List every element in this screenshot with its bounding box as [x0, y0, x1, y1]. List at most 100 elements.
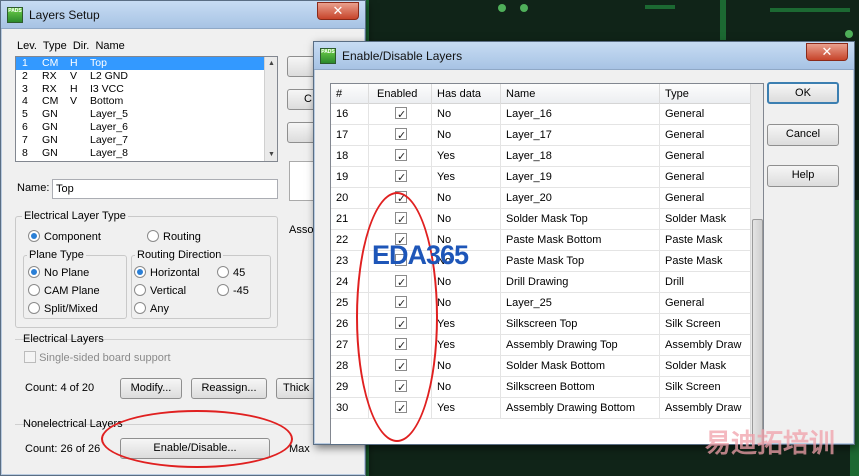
scroll-down-icon[interactable]: ▼ [265, 148, 277, 161]
no-plane-label: No Plane [44, 267, 90, 279]
electrical-layers-label: Electrical Layers [23, 333, 104, 345]
cell-name: Paste Mask Bottom [501, 230, 660, 251]
scroll-up-icon[interactable]: ▲ [265, 57, 277, 70]
layer-name: Bottom [90, 95, 124, 108]
cancel-button[interactable]: Cancel [767, 124, 839, 146]
layer-row[interactable]: 8 GN Layer_8 [16, 147, 277, 160]
electrical-count: Count: 4 of 20 [25, 382, 95, 394]
close-button[interactable]: ✕ [806, 43, 848, 61]
layer-row[interactable]: 5 GN Layer_5 [16, 108, 277, 121]
cell-name: Layer_19 [501, 167, 660, 188]
nonelectrical-count: Count: 26 of 26 [25, 443, 101, 455]
component-radio[interactable]: Component [28, 230, 101, 243]
cell-type: Silk Screen [660, 377, 752, 398]
radio-icon [28, 302, 40, 314]
cell-name: Solder Mask Top [501, 209, 660, 230]
table-row[interactable]: 19 YesLayer_19General [331, 167, 752, 188]
layer-name: Layer_5 [90, 108, 128, 121]
table-row[interactable]: 18 YesLayer_18General [331, 146, 752, 167]
horizontal-radio[interactable]: Horizontal [134, 266, 200, 279]
cell-name: Silkscreen Bottom [501, 377, 660, 398]
cell-name: Layer_17 [501, 125, 660, 146]
cell-hasdata: No [432, 377, 501, 398]
modify-button[interactable]: Modify... [120, 378, 182, 399]
cell-name: Drill Drawing [501, 272, 660, 293]
layer-row[interactable]: 4 CM V Bottom [16, 95, 277, 108]
radio-icon [28, 284, 40, 296]
layer-row[interactable]: 6 GN Layer_6 [16, 121, 277, 134]
window-title: Enable/Disable Layers [342, 48, 463, 63]
single-sided-label: Single-sided board support [39, 352, 171, 364]
max-label: Max [289, 443, 310, 455]
cell-enabled [369, 146, 432, 167]
col-type-header[interactable]: Type [660, 84, 752, 104]
radio-icon [217, 266, 229, 278]
annotation-circle [101, 410, 293, 468]
enabled-checkbox[interactable] [395, 105, 407, 125]
ok-button[interactable]: OK [767, 82, 839, 104]
no-plane-radio[interactable]: No Plane [28, 266, 89, 279]
layers-list-scrollbar[interactable]: ▲ ▼ [264, 57, 277, 161]
enabled-checkbox[interactable] [395, 168, 407, 188]
layers-list[interactable]: 1 CM H Top 2 RX V L2 GND 3 RX H I3 VCC 4 CM V Bottom 5 GN… [15, 56, 278, 162]
col-num-header[interactable]: # [331, 84, 369, 104]
routing-radio[interactable]: Routing [147, 230, 201, 243]
cell-hasdata: No [432, 209, 501, 230]
cell-name: Solder Mask Bottom [501, 356, 660, 377]
any-radio[interactable]: Any [134, 302, 169, 315]
cell-enabled [369, 167, 432, 188]
cam-plane-label: CAM Plane [44, 285, 100, 297]
cell-type: General [660, 293, 752, 314]
col-name-header[interactable]: Name [501, 84, 660, 104]
degm45-label: -45 [233, 285, 249, 297]
table-row[interactable]: 16 NoLayer_16General [331, 104, 752, 125]
cell-hasdata: No [432, 125, 501, 146]
cell-enabled [369, 104, 432, 125]
layer-name: Layer_8 [90, 146, 128, 159]
name-input[interactable]: Top [52, 179, 278, 199]
cell-type: General [660, 167, 752, 188]
help-button[interactable]: Help [767, 165, 839, 187]
pcb-trace [720, 0, 726, 40]
enabled-checkbox[interactable] [395, 126, 407, 146]
layers-setup-titlebar[interactable]: PADS Layers Setup ✕ [1, 1, 365, 29]
vertical-label: Vertical [150, 285, 187, 297]
layer-lev: 7 [22, 133, 28, 146]
associations-label: Asso [289, 224, 314, 236]
single-sided-checkbox[interactable]: Single-sided board support [24, 351, 171, 364]
cell-name: Assembly Drawing Top [501, 335, 660, 356]
layer-type: GN [42, 146, 58, 159]
col-enabled-header[interactable]: Enabled [369, 84, 432, 104]
plane-type-label: Plane Type [27, 249, 86, 261]
enabled-checkbox[interactable] [395, 147, 407, 167]
layer-type: GN [42, 133, 58, 146]
degm45-radio[interactable]: -45 [217, 284, 249, 297]
deg45-radio[interactable]: 45 [217, 266, 245, 279]
col-hasdata-header[interactable]: Has data [432, 84, 501, 104]
cam-plane-radio[interactable]: CAM Plane [28, 284, 100, 297]
layer-row[interactable]: 7 GN Layer_7 [16, 134, 277, 147]
layer-row[interactable]: 1 CM H Top [16, 57, 277, 70]
layer-dir: H [70, 82, 78, 95]
grid-vertical-scrollbar[interactable]: ▼ [750, 84, 763, 444]
layer-lev: 5 [22, 108, 28, 121]
table-row[interactable]: 17 NoLayer_17General [331, 125, 752, 146]
layer-row[interactable]: 3 RX H I3 VCC [16, 83, 277, 96]
layers-list-header: Lev. Type Dir. Name [17, 40, 125, 52]
radio-icon [134, 302, 146, 314]
layer-type: GN [42, 120, 58, 133]
reassign-button[interactable]: Reassign... [191, 378, 267, 399]
vertical-radio[interactable]: Vertical [134, 284, 186, 297]
cell-num: 20 [331, 188, 369, 209]
scroll-thumb[interactable] [752, 219, 763, 444]
layer-row[interactable]: 2 RX V L2 GND [16, 70, 277, 83]
layer-lev: 2 [22, 69, 28, 82]
split-mixed-radio[interactable]: Split/Mixed [28, 302, 98, 315]
deg45-label: 45 [233, 267, 246, 279]
layer-name: Top [90, 57, 107, 69]
close-button[interactable]: ✕ [317, 2, 359, 20]
layer-lev: 3 [22, 82, 28, 95]
enable-disable-titlebar[interactable]: PADS Enable/Disable Layers ✕ [314, 42, 854, 70]
cell-type: General [660, 104, 752, 125]
pcb-pad [498, 4, 506, 12]
